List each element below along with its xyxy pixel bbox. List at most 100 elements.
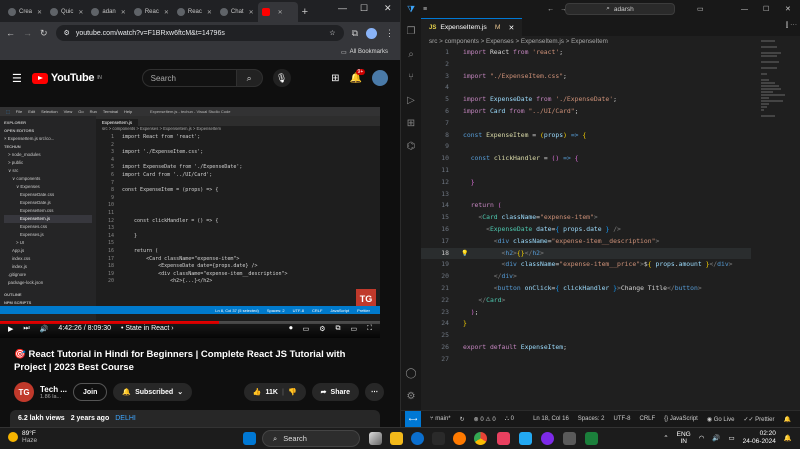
code-line[interactable]: 26 export default ExpenseItem; (421, 342, 751, 354)
layout-icon[interactable]: ▭ (697, 5, 704, 13)
more-actions-button[interactable]: ⋯ (365, 383, 384, 401)
fullscreen-icon[interactable]: ⛶ (367, 325, 372, 333)
thumbs-down-icon[interactable]: 👎 (288, 388, 297, 396)
code-line[interactable]: 27 (421, 354, 751, 366)
sync-icon[interactable]: ↻ (460, 416, 465, 423)
channel-avatar[interactable]: TG (14, 382, 34, 402)
code-line[interactable]: 19 <div className="expense-item__price">… (421, 259, 751, 271)
indentation[interactable]: Spaces: 2 (578, 416, 605, 423)
editor-tab-expenseitem[interactable]: JS ExpenseItem.js M ✕ (421, 18, 523, 36)
minimize-icon[interactable]: — (741, 6, 748, 13)
share-button[interactable]: ➦ Share (311, 383, 359, 401)
file-explorer-icon[interactable] (390, 432, 403, 445)
lightbulb-icon[interactable]: 💡 (461, 248, 468, 260)
code-line[interactable]: 8 const ExpenseItem = (props) => { (421, 130, 751, 142)
next-icon[interactable]: ⏭ (23, 325, 29, 333)
user-avatar[interactable] (372, 70, 388, 86)
youtube-logo[interactable]: YouTube IN (31, 72, 102, 84)
code-line[interactable]: 23 ); (421, 307, 751, 319)
settings-gear-icon[interactable]: ⚙ (319, 325, 325, 333)
browser-tab[interactable]: Reac ✕ (173, 2, 216, 22)
battery-icon[interactable]: ▭ (729, 434, 735, 442)
subtitles-icon[interactable]: ▭ (303, 325, 310, 333)
browser-tab[interactable]: ✕ (257, 2, 298, 22)
new-tab-icon[interactable]: + (302, 2, 308, 22)
code-editor[interactable]: 1 import React from 'react'; 2 3 import "./E… (421, 47, 751, 366)
code-line[interactable]: 24} (421, 318, 751, 330)
explorer-icon[interactable]: ❐ (407, 26, 416, 37)
notifications-bell-icon[interactable]: 🔔 9+ (350, 68, 366, 84)
back-icon[interactable]: ← (6, 28, 15, 38)
chevron-up-icon[interactable]: ⌃ (663, 434, 668, 442)
clock[interactable]: 02:20 24-06-2024 (743, 430, 776, 446)
branch-indicator[interactable]: ⑂ main* (430, 416, 451, 422)
close-icon[interactable]: ✕ (384, 3, 392, 14)
code-line[interactable]: 13 (421, 189, 751, 201)
code-line[interactable]: 9 (421, 141, 751, 153)
search-icon[interactable]: ⌕ (236, 69, 263, 87)
code-line[interactable]: 5 import ExpenseDate from './ExpenseDate'… (421, 94, 751, 106)
encoding[interactable]: UTF-8 (613, 416, 630, 423)
ports-indicator[interactable]: ⛬ 0 (505, 416, 514, 423)
tab-close-icon[interactable]: ✕ (249, 9, 254, 16)
theater-mode-icon[interactable]: ▭ (350, 325, 357, 333)
code-line[interactable]: 2 (421, 59, 751, 71)
location-link[interactable]: DELHI (115, 415, 136, 423)
volume-icon[interactable]: 🔊 (712, 434, 720, 442)
run-debug-icon[interactable]: ▷ (407, 95, 415, 106)
subscribed-button[interactable]: 🔔 Subscribed ⌄ (113, 383, 193, 401)
miniplayer-icon[interactable]: ⧉ (335, 325, 340, 333)
tab-close-icon[interactable]: ✕ (78, 9, 83, 16)
minimap[interactable] (761, 40, 793, 117)
hamburger-menu-icon[interactable]: ☰ (12, 72, 22, 85)
tab-close-icon[interactable]: ✕ (121, 9, 126, 16)
microphone-icon[interactable]: 🎙 (272, 69, 291, 87)
join-button[interactable]: Join (72, 383, 108, 401)
taskbar-search[interactable]: ⌕ Search (262, 430, 360, 447)
address-bar[interactable]: ⚙ youtube.com/watch?v=F1BRxw6ftcM&t=1479… (55, 25, 344, 41)
browser-tab[interactable]: Crea ✕ (4, 2, 46, 22)
close-icon[interactable]: ✕ (785, 5, 791, 13)
video-player[interactable]: ⬚ File Edit Selection View Go Run Terminal Help… (0, 107, 380, 338)
language-mode[interactable]: {} JavaScript (664, 416, 698, 423)
all-bookmarks-link[interactable]: All Bookmarks (350, 49, 388, 55)
command-center-search[interactable]: ⌕ adarsh (565, 3, 675, 15)
app-icon[interactable] (585, 432, 598, 445)
code-line[interactable]: 11 (421, 165, 751, 177)
language-indicator[interactable]: ENG IN (677, 431, 691, 445)
prettier-status[interactable]: ✓✓ Prettier (743, 416, 774, 423)
code-line[interactable]: 25 (421, 330, 751, 342)
split-editor-icon[interactable]: ⫿ ⋯ (782, 18, 800, 36)
notifications-bell-icon[interactable]: 🔔 (784, 416, 791, 423)
code-line[interactable]: 18 <h2>{}</h2> 💡 (421, 247, 751, 260)
manage-gear-icon[interactable]: ⚙ (407, 391, 416, 402)
channel-name[interactable]: Tech ... (40, 385, 67, 394)
profile-avatar[interactable] (366, 27, 377, 39)
vscode-taskbar-icon[interactable] (519, 432, 532, 445)
more-options-icon[interactable]: ⋮ (385, 28, 394, 39)
firefox-icon[interactable] (453, 432, 466, 445)
reload-icon[interactable]: ↻ (40, 28, 48, 39)
nav-back-icon[interactable]: ← (547, 6, 554, 13)
start-menu-icon[interactable] (243, 432, 256, 445)
maximize-icon[interactable]: ☐ (763, 5, 769, 13)
browser-tab[interactable]: adan ✕ (87, 2, 129, 22)
code-line[interactable]: 12 } (421, 177, 751, 189)
code-line[interactable]: 6 import Card from "../UI/Card"; (421, 106, 751, 118)
end-of-line[interactable]: CRLF (639, 416, 655, 423)
cursor-position[interactable]: Ln 18, Col 16 (533, 416, 569, 423)
tab-close-icon[interactable]: ✕ (207, 9, 212, 16)
remote-indicator-icon[interactable]: ⟷ (405, 411, 421, 427)
microsoft-store-icon[interactable] (432, 432, 445, 445)
account-icon[interactable]: ◯ (405, 368, 416, 379)
forward-icon[interactable]: → (23, 28, 32, 38)
more-menu-icon[interactable]: ≡ (423, 6, 427, 13)
go-live-button[interactable]: ◉ Go Live (707, 416, 735, 423)
code-line[interactable]: 4 (421, 82, 751, 94)
minimize-icon[interactable]: — (338, 3, 347, 13)
like-button[interactable]: 👍 11K | 👎 (243, 383, 306, 401)
video-chapter[interactable]: • State in React › (121, 325, 174, 332)
notification-center-icon[interactable]: 🔔 (784, 434, 792, 442)
tab-close-icon[interactable]: ✕ (164, 9, 169, 16)
code-line[interactable]: 22 </Card> (421, 295, 751, 307)
